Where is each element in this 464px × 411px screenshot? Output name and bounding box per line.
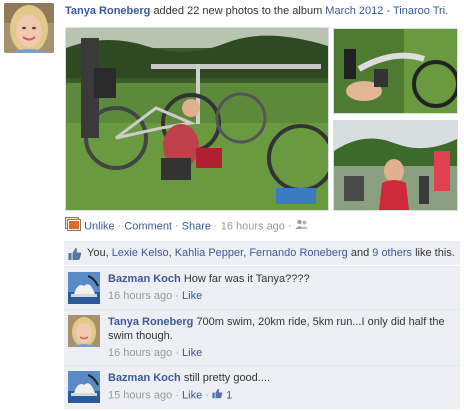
comment-text: How far was it Tanya???? bbox=[183, 273, 310, 285]
comment-like-count[interactable]: 1 bbox=[226, 389, 232, 401]
thumbs-up-icon bbox=[212, 388, 223, 403]
comment-timestamp: 15 hours ago bbox=[108, 389, 173, 402]
separator-dot: · bbox=[175, 220, 179, 233]
author-link[interactable]: Tanya Roneberg bbox=[65, 5, 150, 17]
separator-dot: · bbox=[205, 389, 209, 402]
separator-dot: · bbox=[214, 220, 218, 233]
commenter-avatar[interactable] bbox=[68, 371, 100, 403]
likes-suffix: like this. bbox=[415, 247, 455, 259]
separator-dot: · bbox=[175, 347, 179, 359]
story-timestamp: 16 hours ago bbox=[220, 220, 285, 233]
liker-link[interactable]: Fernando Roneberg bbox=[249, 247, 347, 259]
commenter-avatar[interactable] bbox=[68, 315, 100, 347]
separator-dot: · bbox=[175, 389, 179, 402]
liker-link[interactable]: Kahlia Pepper bbox=[175, 247, 244, 259]
author-avatar[interactable] bbox=[4, 3, 54, 53]
likes-text: You, Lexie Kelso, Kahlia Pepper, Fernand… bbox=[87, 247, 455, 259]
comment-timestamp: 16 hours ago bbox=[108, 290, 173, 302]
likes-and: and bbox=[350, 247, 370, 259]
story-actions: Unlike · Comment · Share · 16 hours ago · bbox=[65, 217, 309, 233]
separator-dot: · bbox=[175, 290, 179, 302]
friends-privacy-icon[interactable] bbox=[295, 219, 309, 235]
comment-author-link[interactable]: Bazman Koch bbox=[108, 372, 181, 384]
comment-item: Tanya Roneberg 700m swim, 20km ride, 5km… bbox=[64, 309, 460, 365]
separator-dot: · bbox=[117, 220, 122, 233]
comment-text: still pretty good.... bbox=[183, 372, 271, 384]
comment-timestamp: 16 hours ago bbox=[108, 347, 173, 359]
album-photo-large[interactable] bbox=[65, 27, 329, 211]
comment-item: Bazman Koch How far was it Tanya???? 16 … bbox=[64, 266, 460, 309]
separator-dot: · bbox=[287, 220, 292, 233]
story-action-text: added 22 new photos to the album bbox=[153, 5, 323, 17]
commenter-avatar[interactable] bbox=[68, 272, 100, 304]
comment-item: Bazman Koch still pretty good.... 15 hou… bbox=[64, 365, 460, 409]
comment-author-link[interactable]: Tanya Roneberg bbox=[108, 316, 193, 328]
album-photo-small-top[interactable] bbox=[333, 28, 458, 114]
unlike-link[interactable]: Unlike bbox=[84, 220, 115, 232]
comment-author-link[interactable]: Bazman Koch bbox=[108, 273, 181, 285]
likes-others-link[interactable]: 9 others bbox=[372, 247, 412, 259]
likes-summary: You, Lexie Kelso, Kahlia Pepper, Fernand… bbox=[64, 241, 460, 265]
comment-like-link[interactable]: Like bbox=[182, 347, 202, 359]
comment-link[interactable]: Comment bbox=[124, 220, 172, 232]
album-photo-small-bottom[interactable] bbox=[333, 120, 458, 211]
share-link[interactable]: Share bbox=[182, 220, 211, 232]
album-link[interactable]: March 2012 - Tinaroo Tri. bbox=[325, 5, 448, 17]
photo-album-icon bbox=[65, 217, 81, 236]
liker-link[interactable]: Lexie Kelso bbox=[112, 247, 169, 259]
comment-like-link[interactable]: Like bbox=[182, 290, 202, 302]
story-headline: Tanya Roneberg added 22 new photos to th… bbox=[65, 4, 461, 18]
comment-like-link[interactable]: Like bbox=[182, 389, 202, 401]
likes-you: You, bbox=[87, 247, 109, 259]
